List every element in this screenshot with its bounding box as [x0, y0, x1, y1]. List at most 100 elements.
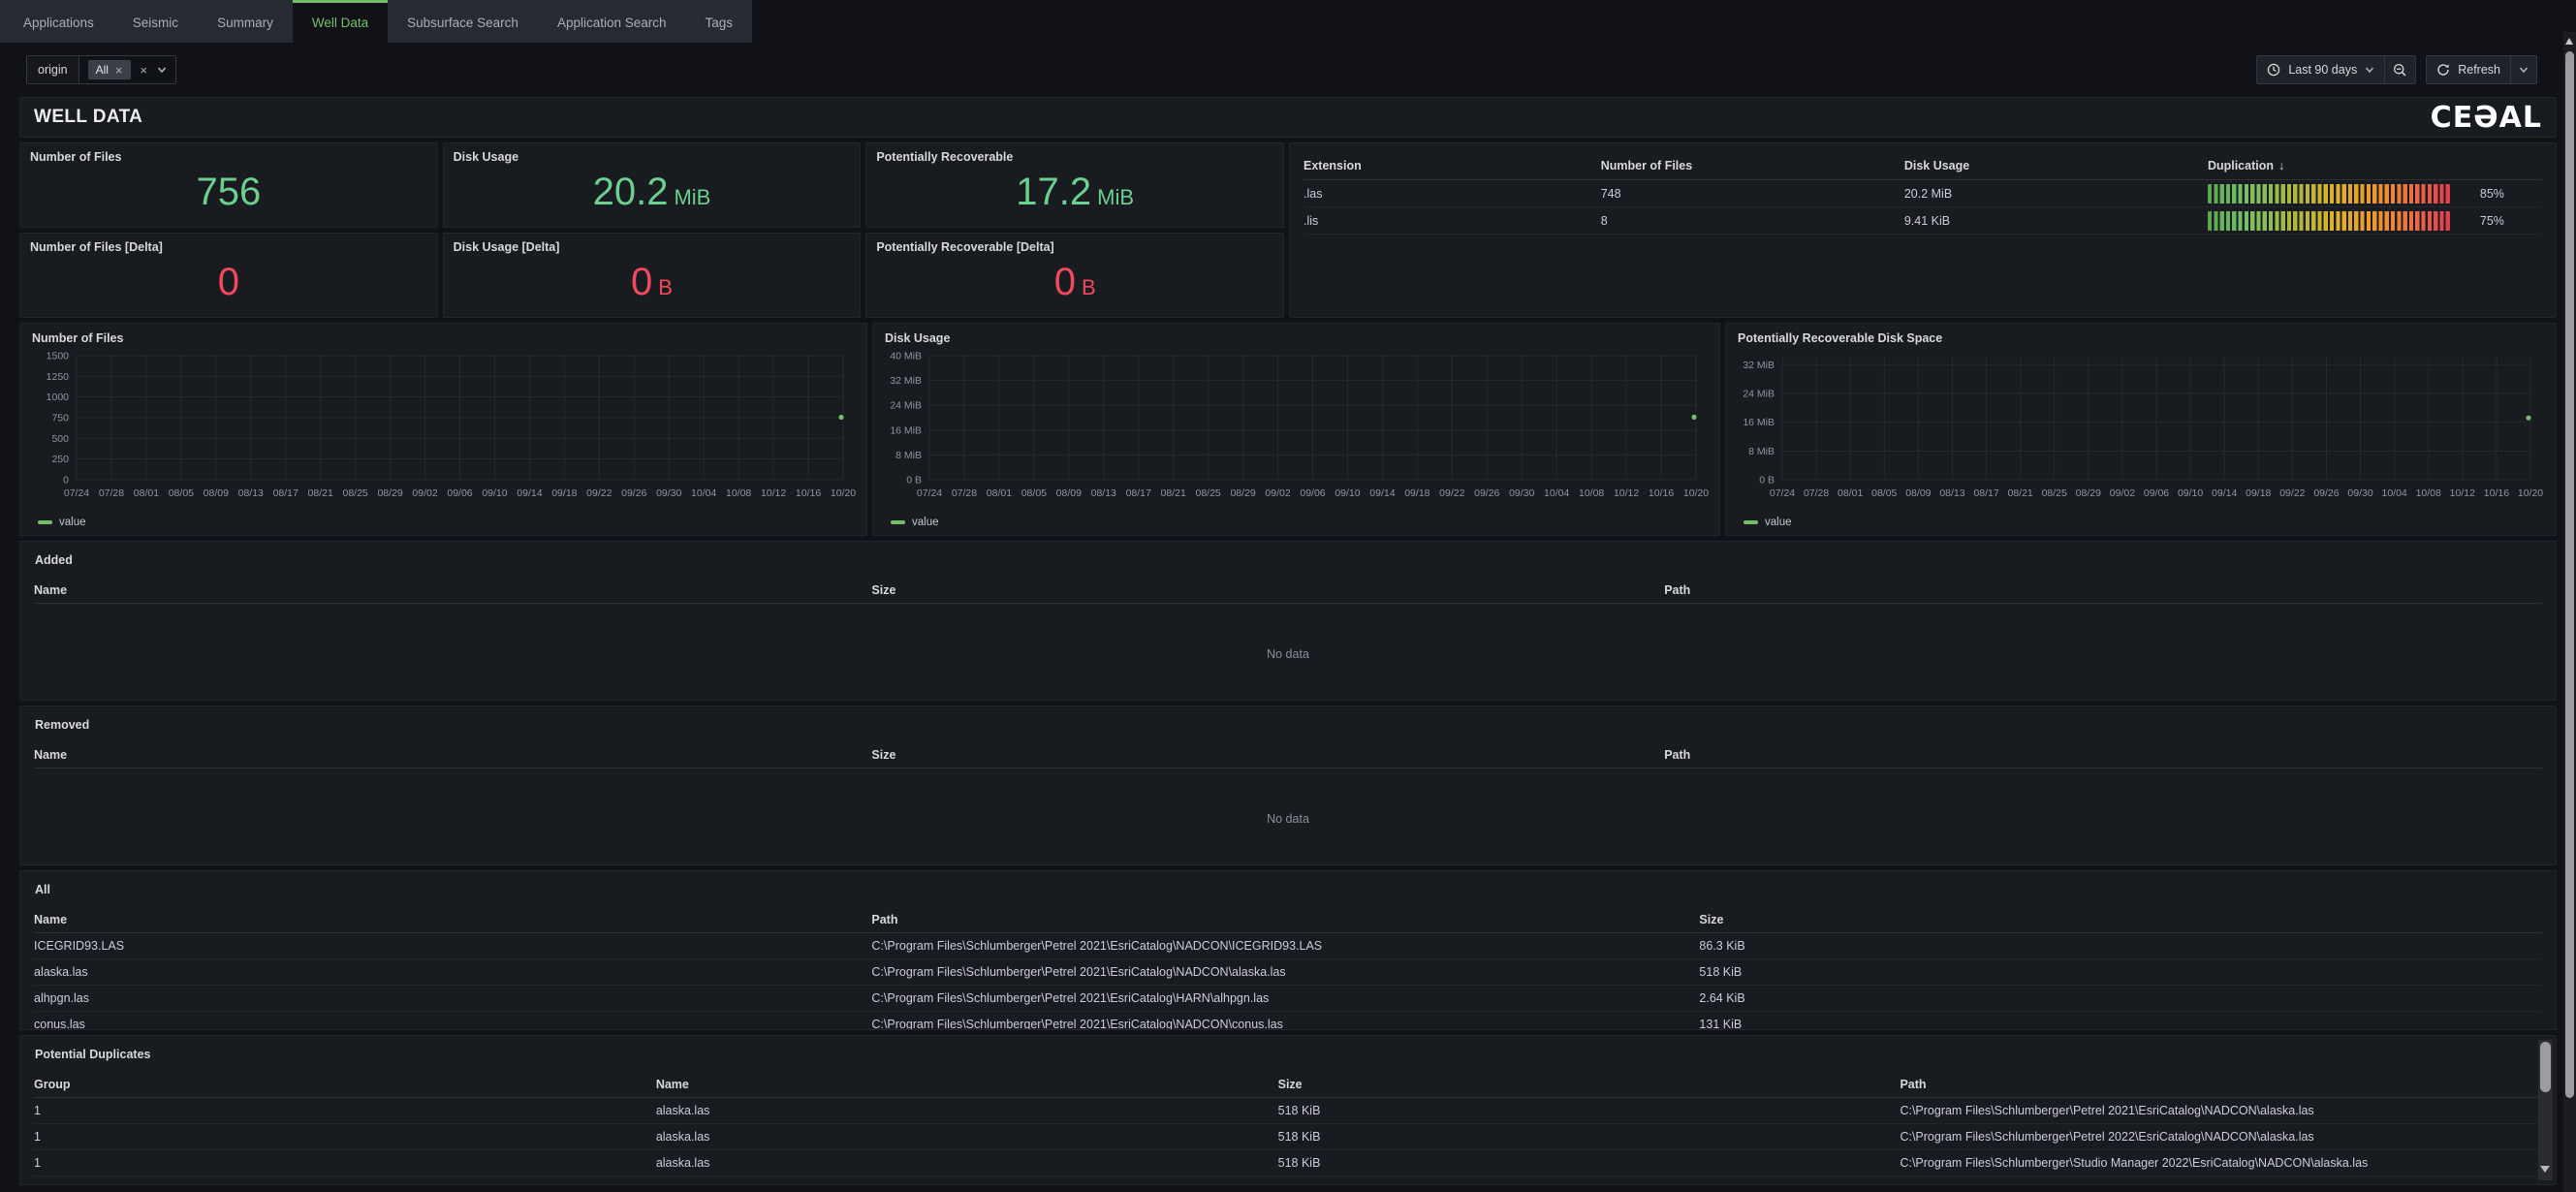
chip-remove-icon[interactable]: × — [115, 64, 123, 77]
svg-text:09/26: 09/26 — [621, 487, 646, 499]
stat-value-wrap: 0 — [30, 254, 427, 310]
column-header-name[interactable]: Name — [34, 748, 871, 762]
window-scrollbar[interactable] — [2563, 32, 2576, 1192]
duplication-lcd-gauge — [2208, 211, 2450, 231]
refresh-button[interactable]: Refresh — [2426, 55, 2511, 84]
panel-title[interactable]: Potentially Recoverable Disk Space — [1738, 331, 2546, 345]
svg-text:09/14: 09/14 — [517, 487, 542, 499]
column-header-duplication[interactable]: Duplication↓ — [2208, 159, 2542, 173]
svg-text:09/06: 09/06 — [447, 487, 472, 499]
column-header-name[interactable]: Name — [656, 1078, 1278, 1091]
stat-panel: Potentially Recoverable [Delta]0B — [865, 233, 1284, 318]
zoom-out-icon — [2393, 63, 2407, 78]
svg-text:09/02: 09/02 — [2110, 487, 2135, 499]
stat-unit: B — [658, 277, 673, 298]
stat-value-wrap: 756 — [30, 164, 427, 220]
column-header-size[interactable]: Size — [871, 748, 1664, 762]
scroll-down-arrow-icon[interactable] — [2540, 1166, 2550, 1173]
tab-applications[interactable]: Applications — [4, 0, 113, 43]
svg-text:09/30: 09/30 — [656, 487, 681, 499]
column-header-disk-usage[interactable]: Disk Usage — [1904, 159, 2208, 173]
column-header-name[interactable]: Name — [34, 913, 871, 926]
stats-section: Number of Files756Disk Usage20.2MiBPoten… — [19, 142, 2557, 318]
legend-item[interactable]: value — [38, 517, 857, 528]
stat-value: 0 — [218, 263, 239, 301]
legend-item[interactable]: value — [1744, 517, 2546, 528]
svg-text:10/20: 10/20 — [2518, 487, 2543, 499]
panel-scrollbar[interactable] — [2538, 1040, 2553, 1180]
time-range-button[interactable]: Last 90 days — [2256, 55, 2385, 84]
added-table-panel: AddedNameSizePathNo data — [19, 541, 2557, 701]
stat-title[interactable]: Disk Usage — [454, 150, 851, 164]
panel-title[interactable]: Potential Duplicates — [35, 1048, 2542, 1061]
panel-title[interactable]: Number of Files — [32, 331, 857, 345]
legend-item[interactable]: value — [891, 517, 1710, 528]
stat-title[interactable]: Number of Files — [30, 150, 427, 164]
disk-usage-cell: 9.41 KiB — [1904, 214, 2208, 228]
column-header-path[interactable]: Path — [1900, 1078, 2542, 1091]
stat-title[interactable]: Disk Usage [Delta] — [454, 240, 851, 254]
stat-value: 0B — [631, 263, 673, 301]
svg-text:09/26: 09/26 — [1474, 487, 1499, 499]
no-data-message: No data — [34, 604, 2542, 701]
chevron-down-icon[interactable] — [157, 65, 167, 75]
tab-subsurface-search[interactable]: Subsurface Search — [388, 0, 538, 43]
scroll-up-arrow-icon[interactable] — [2565, 38, 2573, 45]
column-header-size[interactable]: Size — [871, 583, 1664, 597]
panel-title[interactable]: Removed — [35, 718, 2542, 732]
window-scrollbar-thumb[interactable] — [2565, 51, 2574, 1098]
column-header-path[interactable]: Path — [1664, 583, 2542, 597]
column-header-number-of-files[interactable]: Number of Files — [1601, 159, 1904, 173]
extension-table: ExtensionNumber of FilesDisk UsageDuplic… — [1304, 151, 2542, 235]
column-header-path[interactable]: Path — [871, 913, 1699, 926]
scrollbar-thumb[interactable] — [2540, 1042, 2551, 1092]
stat-value-wrap: 17.2MiB — [876, 164, 1273, 220]
panel-title[interactable]: Added — [35, 553, 2542, 567]
column-header-name[interactable]: Name — [34, 583, 871, 597]
filter-value-box[interactable]: All × × — [79, 55, 177, 84]
filter-chip-label: All — [96, 63, 109, 77]
svg-text:08/13: 08/13 — [1939, 487, 1964, 499]
svg-text:09/02: 09/02 — [1265, 487, 1290, 499]
column-header-group[interactable]: Group — [34, 1078, 656, 1091]
filter-clear-icon[interactable]: × — [141, 64, 148, 77]
column-header-size[interactable]: Size — [1278, 1078, 1901, 1091]
duplication-cell: 75% — [2208, 211, 2542, 231]
removed-table-panel: RemovedNameSizePathNo data — [19, 706, 2557, 865]
table-header-row: NameSizePath — [34, 578, 2542, 604]
toolbar-right: Last 90 days Refresh — [2256, 55, 2537, 84]
origin-filter: origin All × × — [26, 55, 176, 84]
table-cell: C:\Program Files\Schlumberger\Petrel 202… — [1900, 1130, 2542, 1144]
zoom-out-button[interactable] — [2384, 55, 2416, 84]
svg-text:8 MiB: 8 MiB — [1748, 446, 1775, 457]
column-header-path[interactable]: Path — [1664, 748, 2542, 762]
tab-well-data[interactable]: Well Data — [293, 0, 388, 43]
stat-value-wrap: 20.2MiB — [454, 164, 851, 220]
stat-number: 0 — [1054, 263, 1076, 301]
stat-title[interactable]: Potentially Recoverable [Delta] — [876, 240, 1273, 254]
svg-text:10/20: 10/20 — [831, 487, 856, 499]
filter-chip[interactable]: All × — [88, 60, 131, 79]
tab-seismic[interactable]: Seismic — [113, 0, 198, 43]
column-header-extension[interactable]: Extension — [1304, 159, 1601, 173]
panel-title[interactable]: All — [35, 883, 2542, 896]
svg-text:09/14: 09/14 — [2212, 487, 2237, 499]
svg-text:08/09: 08/09 — [1905, 487, 1931, 499]
svg-text:1000: 1000 — [47, 392, 70, 403]
page-title: WELL DATA — [34, 107, 142, 128]
refresh-interval-button[interactable] — [2510, 55, 2537, 84]
panel-title[interactable]: Disk Usage — [885, 331, 1710, 345]
svg-text:08/25: 08/25 — [1195, 487, 1220, 499]
stat-title[interactable]: Potentially Recoverable — [876, 150, 1273, 164]
chart-svg: 025050075010001250150007/2407/2808/0108/… — [30, 348, 857, 505]
stat-title[interactable]: Number of Files [Delta] — [30, 240, 427, 254]
tab-summary[interactable]: Summary — [198, 0, 293, 43]
column-header-size[interactable]: Size — [1699, 913, 2542, 926]
svg-text:08/25: 08/25 — [342, 487, 367, 499]
svg-text:08/21: 08/21 — [308, 487, 333, 499]
tab-application-search[interactable]: Application Search — [538, 0, 686, 43]
stat-value-wrap: 0B — [454, 254, 851, 310]
svg-text:08/25: 08/25 — [2042, 487, 2067, 499]
tab-tags[interactable]: Tags — [686, 0, 753, 43]
svg-text:32 MiB: 32 MiB — [1743, 360, 1775, 371]
